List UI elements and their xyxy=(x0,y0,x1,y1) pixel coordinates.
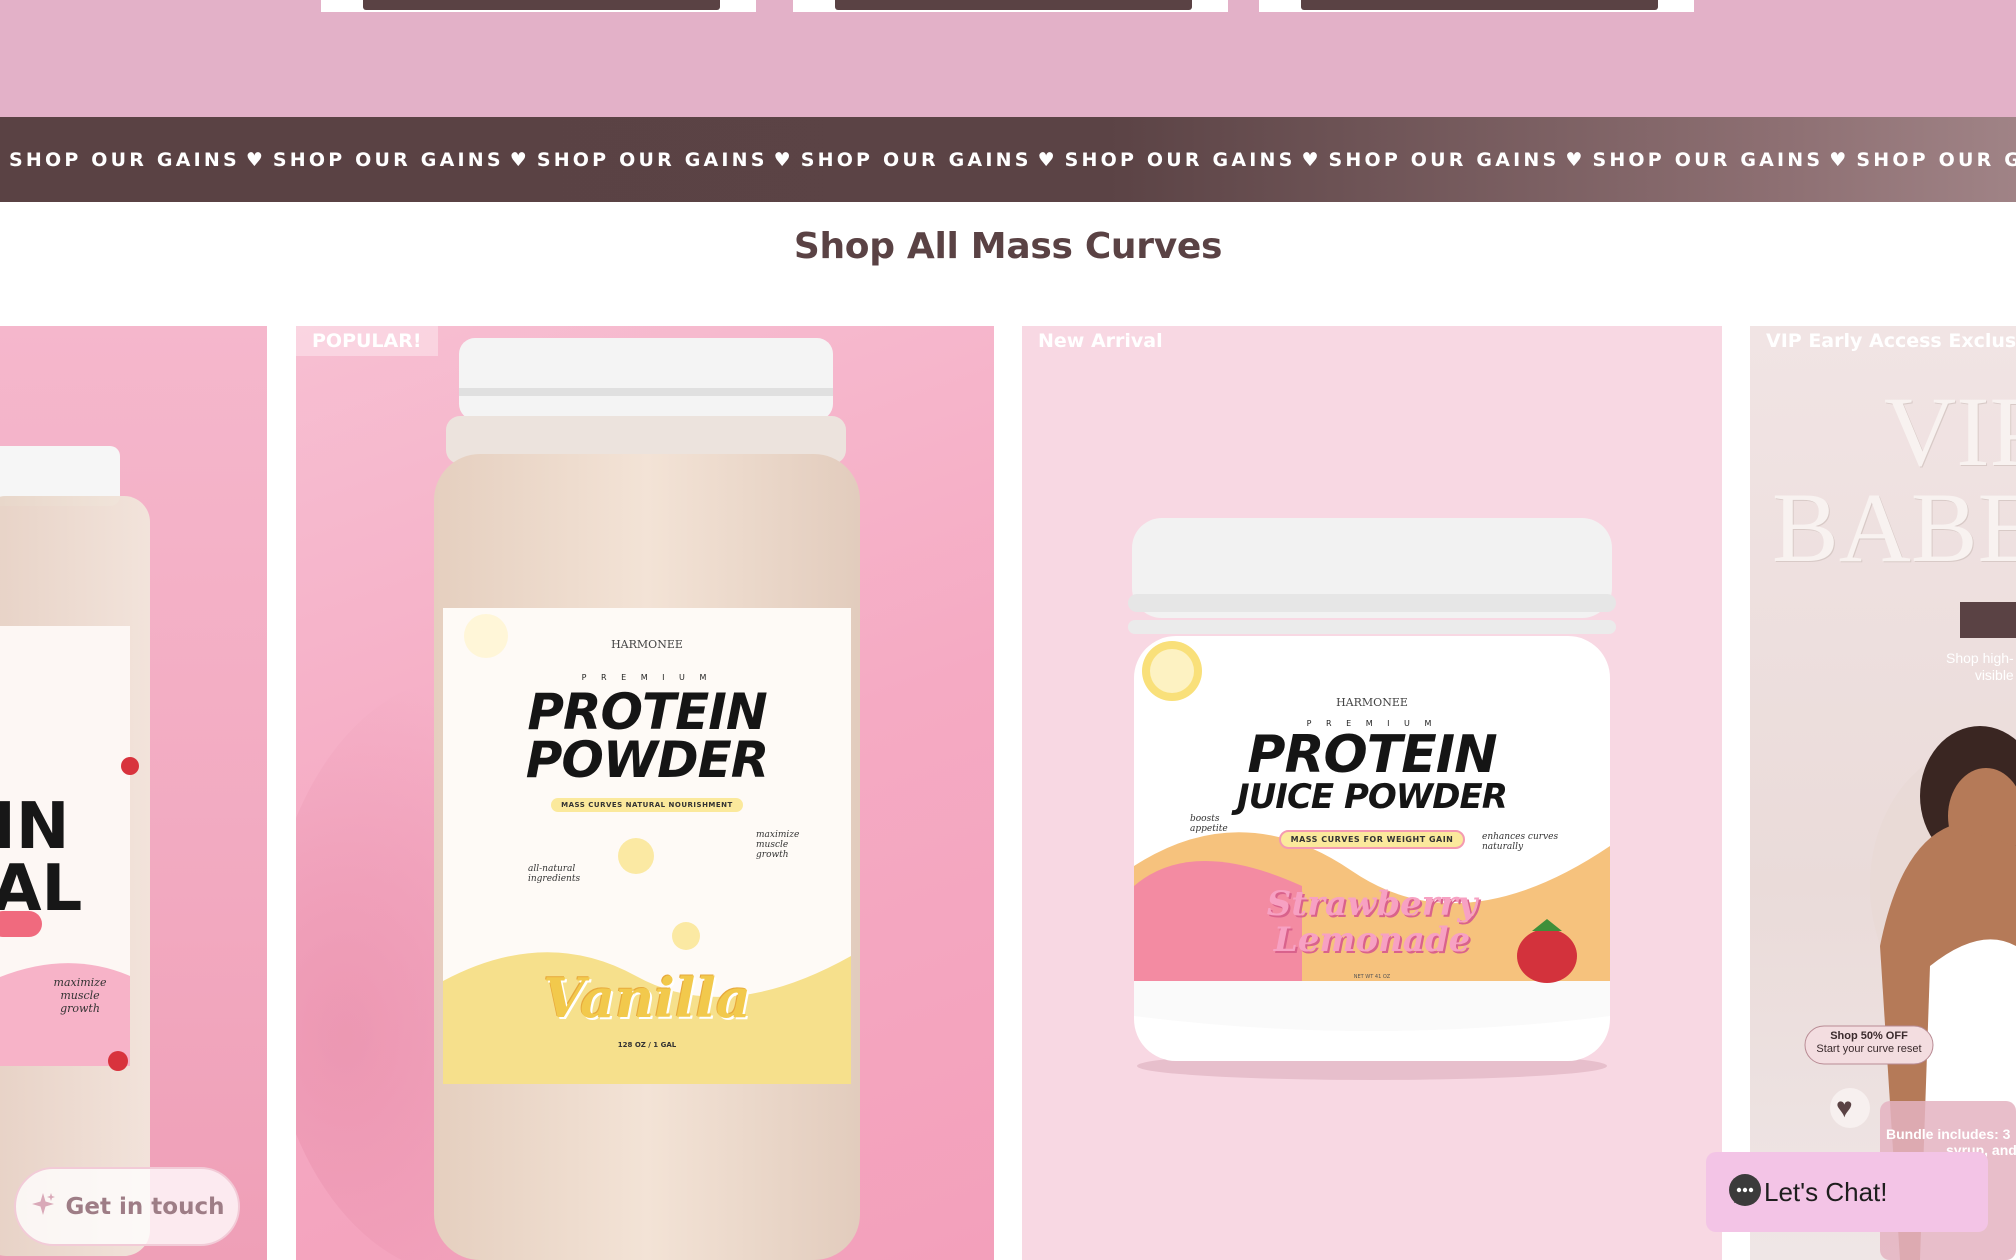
top-card[interactable] xyxy=(1259,0,1694,12)
heart-icon: ♥ xyxy=(509,148,527,171)
product-subtitle: JUICE POWDER xyxy=(1237,777,1508,817)
marquee-item: SHOP OUR GAINS♥ xyxy=(1856,148,2016,171)
marquee-item: SHOP OUR GAINS♥ xyxy=(272,148,527,171)
product-card-strawberry-lemonade[interactable]: New Arrival HARMONEE P R E M I U M PROTE… xyxy=(1022,326,1722,1260)
marquee-item: SHOP OUR GAINS♥ xyxy=(1592,148,1847,171)
flavor-name: Strawberry Lemonade xyxy=(1266,884,1478,960)
lets-chat-button[interactable]: Let's Chat! xyxy=(1706,1152,1988,1232)
product-badge: New Arrival xyxy=(1038,330,1163,352)
top-card[interactable] xyxy=(793,0,1228,12)
product-title: PROTEIN POWDER xyxy=(525,683,769,789)
top-card[interactable] xyxy=(321,0,756,12)
premium-text: P R E M I U M xyxy=(581,673,713,682)
chat-bubble-icon xyxy=(1728,1173,1762,1216)
label-note-right: maximize muscle growth xyxy=(756,830,800,860)
product-card-vanilla-protein[interactable]: POPULAR! HARMONEE P R E M I U M PROTEIN … xyxy=(296,326,994,1260)
sparkle-icon xyxy=(30,1191,56,1223)
product-tagline: MASS CURVES FOR WEIGHT GAIN xyxy=(1278,830,1466,849)
get-in-touch-label: Get in touch xyxy=(65,1193,225,1220)
marquee-item: SHOP OUR GAINS♥ xyxy=(1328,148,1583,171)
product-badge: POPULAR! xyxy=(296,326,438,356)
marquee-track: SHOP OUR GAINS ♥ SHOP OUR GAINS ♥ SHOP OUR… xyxy=(0,149,2016,171)
top-card-button[interactable] xyxy=(1301,0,1658,10)
heart-icon: ♥ xyxy=(773,148,791,171)
vip-offer-pill: Shop 50% OFF Start your curve reset xyxy=(1816,1030,1922,1055)
heart-icon[interactable]: ♥ xyxy=(1836,1092,1853,1124)
marquee-item: SHOP OUR GAINS♥ xyxy=(1064,148,1319,171)
brand-name: HARMONEE xyxy=(1336,696,1408,709)
heart-icon: ♥ xyxy=(1565,148,1583,171)
marquee-item: SHOP OUR GAINS♥ xyxy=(536,148,791,171)
product-size: NET WT 41 OZ xyxy=(1353,974,1391,980)
label-title: IN AL xyxy=(0,790,83,926)
marquee-item: SHOP OUR GAINS♥ xyxy=(800,148,1055,171)
vip-hero-title: VIP BABE xyxy=(1772,376,2016,583)
brand-name: HARMONEE xyxy=(611,638,683,651)
product-size: 128 OZ / 1 GAL xyxy=(617,1041,677,1049)
get-in-touch-button[interactable]: Get in touch xyxy=(14,1167,240,1246)
lets-chat-label: Let's Chat! xyxy=(1764,1176,1888,1207)
product-title: PROTEIN xyxy=(1247,725,1497,785)
top-card-button[interactable] xyxy=(835,0,1192,10)
product-card[interactable]: IN AL maximize muscle growth xyxy=(0,326,267,1260)
top-card-button[interactable] xyxy=(363,0,720,10)
heart-icon: ♥ xyxy=(1301,148,1319,171)
heart-icon: ♥ xyxy=(1037,148,1055,171)
heart-icon: ♥ xyxy=(1829,148,1847,171)
label-note: maximize muscle growth xyxy=(53,976,107,1015)
flavor-name: Vanilla xyxy=(543,966,751,1030)
product-badge: VIP Early Access Exclusiv xyxy=(1766,330,2016,352)
marquee-item: SHOP OUR GAINS♥ xyxy=(9,148,263,171)
label-note-left: boosts appetite xyxy=(1190,814,1228,834)
vip-subtext: Shop high- visible xyxy=(1946,650,2014,683)
product-tagline: MASS CURVES NATURAL NOURISHMENT xyxy=(551,798,743,812)
label-note-right: enhances curves naturally xyxy=(1482,832,1559,852)
heart-icon: ♥ xyxy=(245,148,263,171)
product-label: HARMONEE P R E M I U M PROTEIN POWDER MA… xyxy=(443,638,851,812)
top-banner xyxy=(0,0,2016,117)
shop-our-gains-marquee: SHOP OUR GAINS ♥ SHOP OUR GAINS ♥ SHOP OUR… xyxy=(0,117,2016,202)
product-card-vip-bundle[interactable]: VIP Early Access Exclusiv VIP BABE Shop … xyxy=(1750,326,2016,1260)
section-title: Shop All Mass Curves xyxy=(793,226,1223,267)
label-note-left: all-natural ingredients xyxy=(528,864,581,884)
